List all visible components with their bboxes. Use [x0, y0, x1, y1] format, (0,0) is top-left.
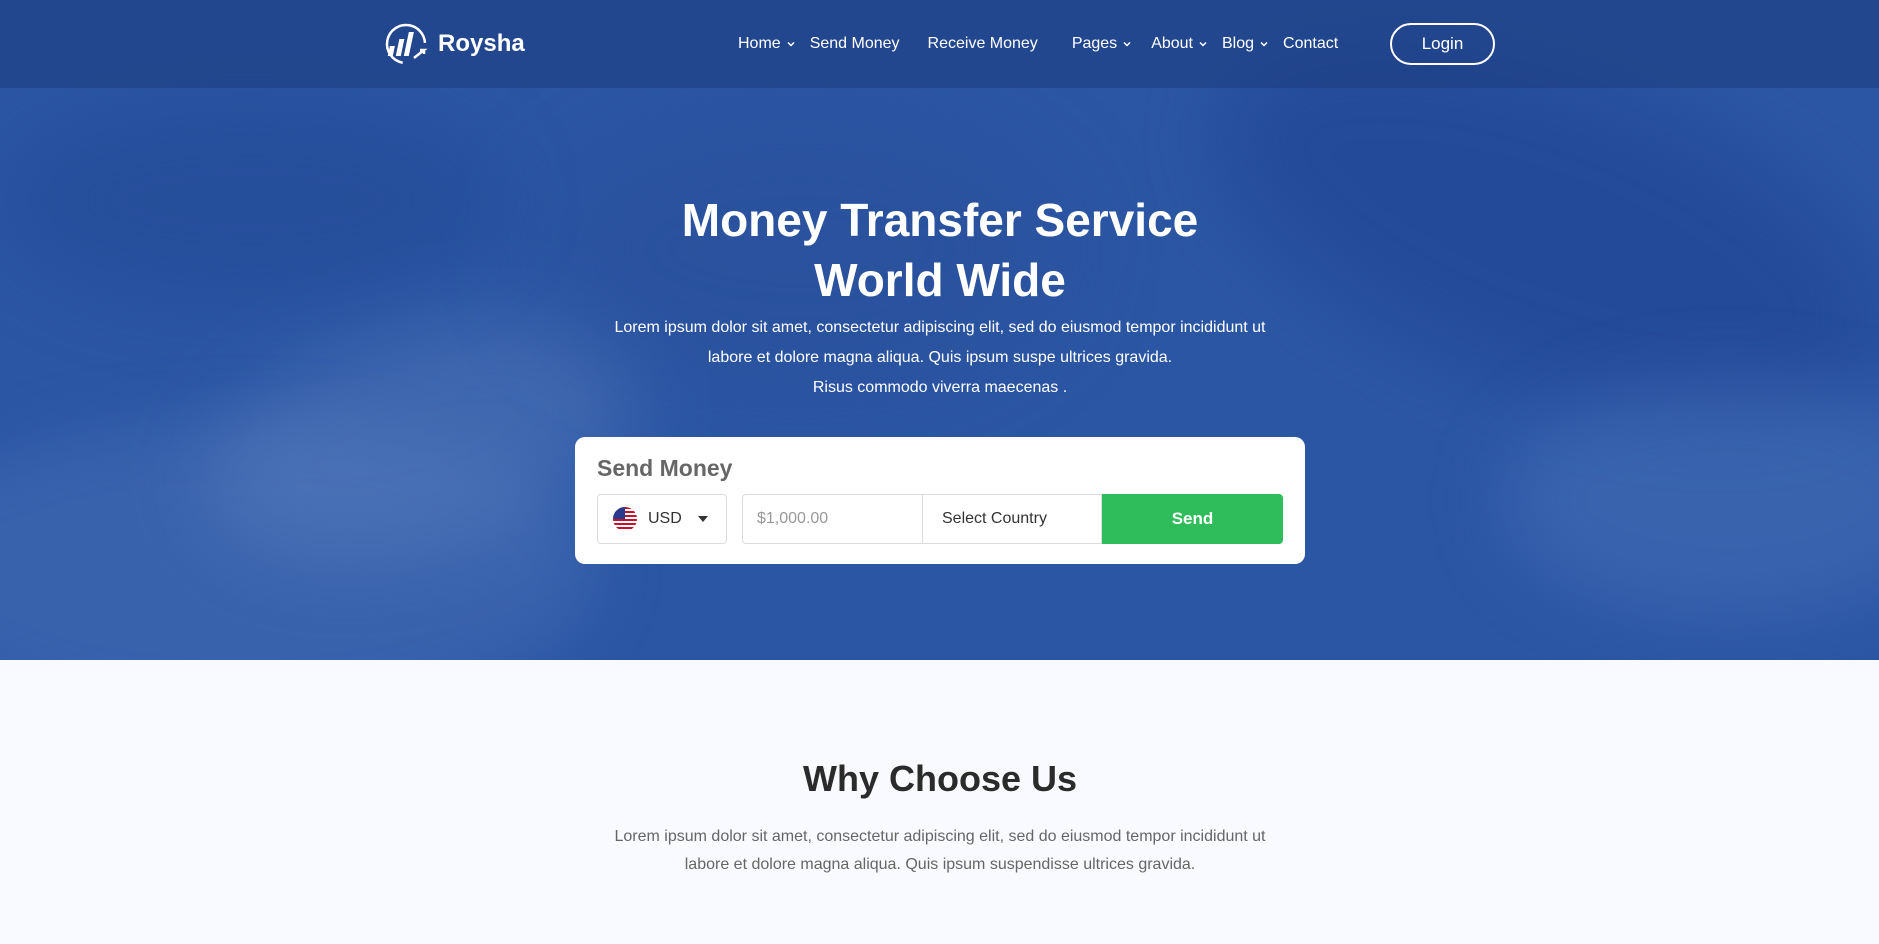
nav-item-label: Home — [738, 35, 781, 52]
hero-description: Lorem ipsum dolor sit amet, consectetur … — [580, 313, 1300, 403]
hero-desc-line: labore et dolore magna aliqua. Quis ipsu… — [707, 349, 1173, 366]
hero-section: Roysha Home Send Money Receive Money Pag… — [0, 0, 1879, 660]
chevron-down-icon — [1199, 41, 1207, 47]
nav-item-receive-money[interactable]: Receive Money — [928, 35, 1038, 53]
login-button[interactable]: Login — [1390, 23, 1495, 65]
send-money-card: Send Money USD Select Country Send — [575, 437, 1305, 564]
chevron-down-icon — [787, 41, 795, 47]
currency-select[interactable]: USD — [597, 494, 727, 544]
hero-desc-line: Risus commodo viverra maecenas . — [812, 379, 1068, 396]
main-nav: Home Send Money Receive Money Pages Abou… — [738, 0, 1366, 88]
hero-bg-shape — [1500, 380, 1879, 620]
brand-logo[interactable]: Roysha — [384, 22, 525, 66]
section-desc-line: Lorem ipsum dolor sit amet, consectetur … — [614, 828, 1266, 845]
section-desc-line: labore et dolore magna aliqua. Quis ipsu… — [684, 856, 1196, 873]
nav-item-send-money[interactable]: Send Money — [810, 35, 900, 53]
caret-down-icon — [697, 516, 708, 522]
nav-item-label: Send Money — [809, 35, 900, 52]
hero-bg-shape — [0, 100, 500, 300]
nav-item-contact[interactable]: Contact — [1283, 35, 1338, 53]
us-flag-icon — [613, 507, 637, 531]
brand-name: Roysha — [438, 30, 525, 57]
nav-item-label: Contact — [1283, 35, 1339, 52]
amount-input[interactable] — [742, 494, 923, 544]
nav-item-label: Blog — [1222, 35, 1255, 52]
nav-item-pages[interactable]: Pages — [1072, 35, 1131, 53]
chevron-down-icon — [1123, 41, 1131, 47]
hero-title-line: World Wide — [814, 254, 1066, 306]
nav-item-about[interactable]: About — [1151, 35, 1207, 53]
section-title: Why Choose Us — [802, 758, 1078, 799]
nav-item-label: Receive Money — [927, 35, 1038, 52]
nav-item-home[interactable]: Home — [738, 35, 795, 53]
chevron-down-icon — [1260, 41, 1268, 47]
nav-item-blog[interactable]: Blog — [1222, 35, 1268, 53]
hero-title-line: Money Transfer Service — [681, 194, 1199, 246]
hero-desc-line: Lorem ipsum dolor sit amet, consectetur … — [614, 319, 1266, 336]
hero-title: Money Transfer Service World Wide — [540, 190, 1340, 310]
currency-label: USD — [648, 510, 682, 527]
navbar: Roysha Home Send Money Receive Money Pag… — [0, 0, 1879, 88]
country-select[interactable]: Select Country — [922, 494, 1102, 544]
nav-item-label: About — [1151, 35, 1193, 52]
send-money-title: Send Money — [597, 455, 733, 481]
nav-item-label: Pages — [1071, 35, 1118, 52]
chart-logo-icon — [385, 23, 428, 65]
send-button[interactable]: Send — [1102, 494, 1283, 544]
section-description: Lorem ipsum dolor sit amet, consectetur … — [580, 823, 1300, 879]
